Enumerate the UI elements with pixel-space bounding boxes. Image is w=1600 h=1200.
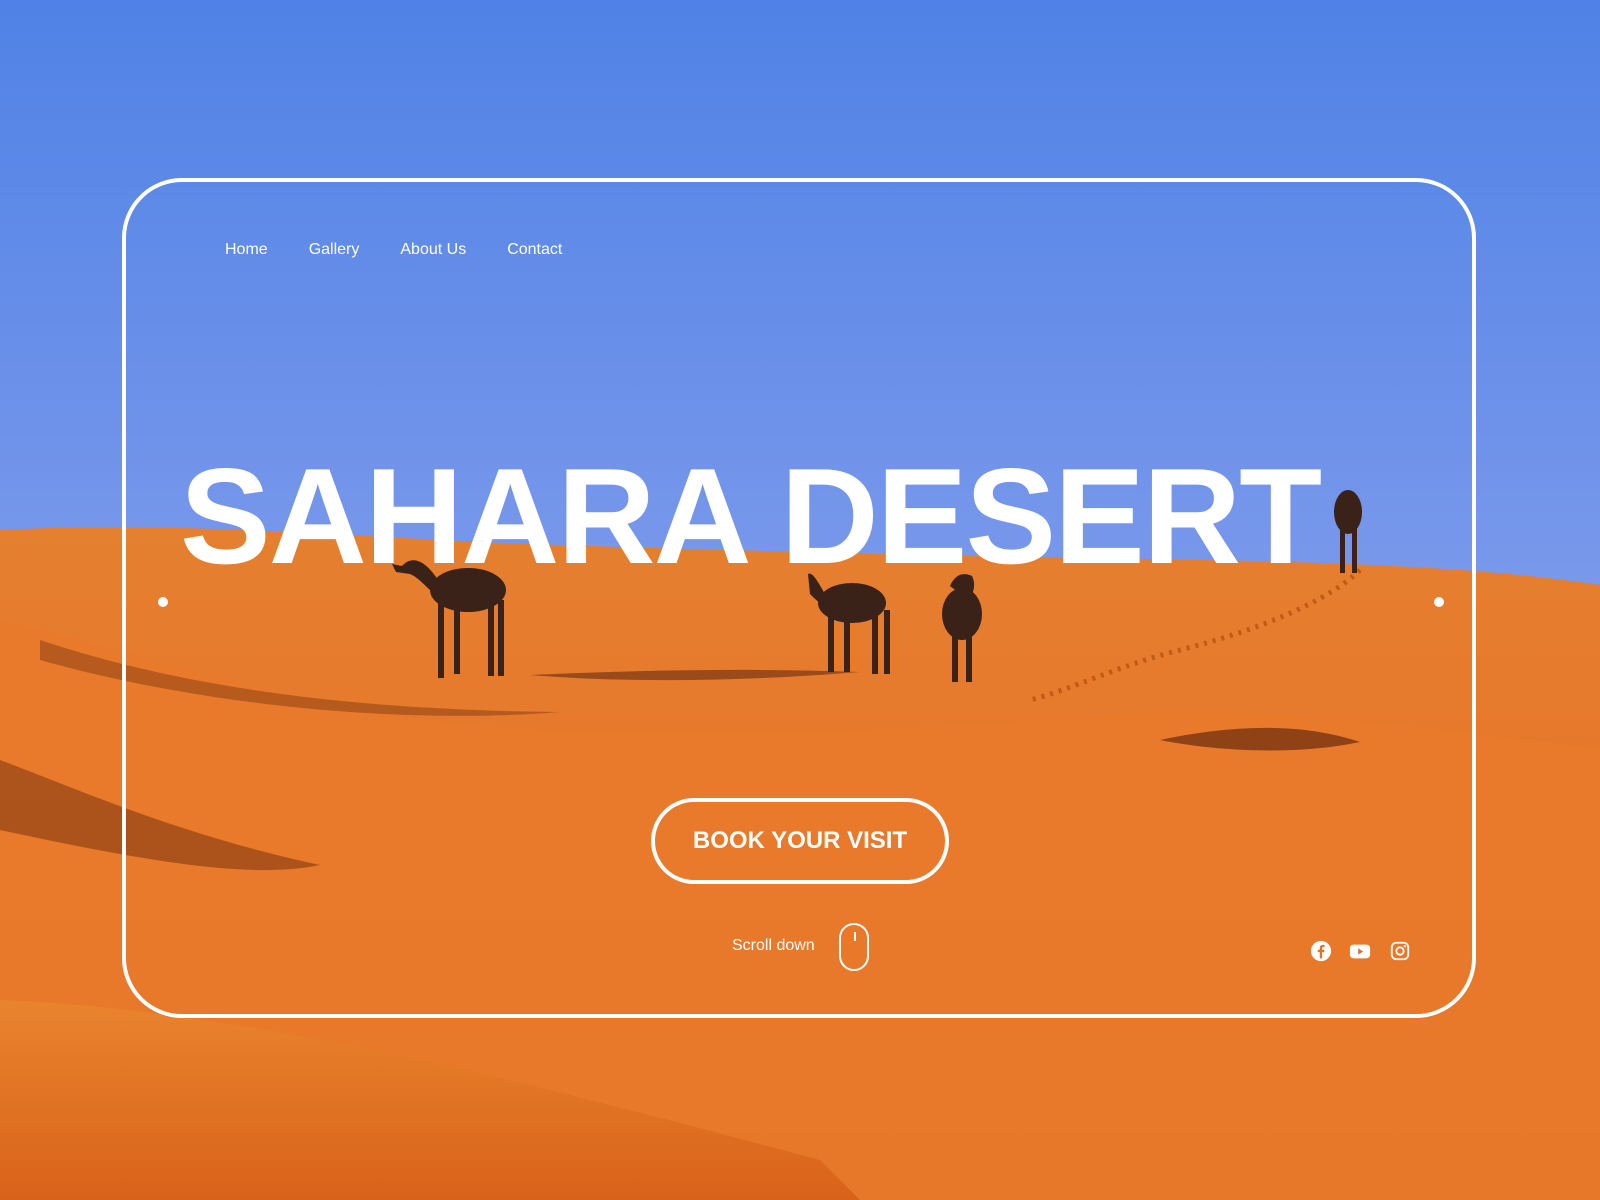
nav-home[interactable]: Home [225, 241, 268, 259]
youtube-icon[interactable] [1349, 940, 1371, 962]
book-visit-button[interactable]: BOOK YOUR VISIT [651, 798, 949, 884]
hero-title: SAHARA DESERT [180, 440, 1322, 565]
slider-dot-left[interactable] [158, 597, 168, 607]
nav-about-us[interactable]: About Us [400, 241, 466, 259]
instagram-icon[interactable] [1389, 940, 1411, 962]
nav-contact[interactable]: Contact [507, 241, 562, 259]
scroll-down-label: Scroll down [732, 937, 815, 954]
slider-dot-right[interactable] [1434, 597, 1444, 607]
nav-gallery[interactable]: Gallery [309, 241, 360, 259]
content-frame [122, 178, 1476, 1018]
facebook-icon[interactable] [1310, 940, 1332, 962]
hero-title-clip: SAHARA DESERT [0, 420, 1600, 565]
main-nav: Home Gallery About Us Contact [225, 241, 603, 259]
scroll-mouse-icon[interactable] [839, 923, 869, 971]
